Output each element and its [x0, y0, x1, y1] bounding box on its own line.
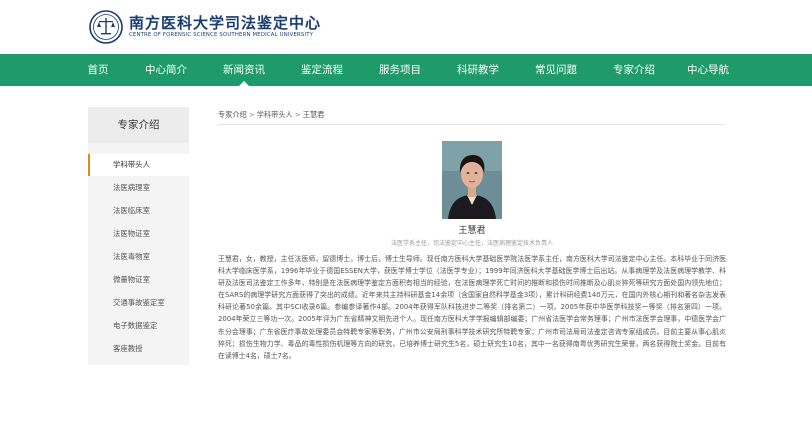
site-header: 南方医科大学司法鉴定中心 CENTRE OF FORENSIC SCIENCE …: [0, 0, 812, 54]
nav-item-faq[interactable]: 常见问题: [530, 54, 582, 86]
sidebar-title: 专家介绍: [88, 107, 189, 143]
nav-item-guide[interactable]: 中心导航: [682, 54, 734, 86]
expert-titles: 法医学系主任，司法鉴定中心主任，法医病理鉴定技术负责人: [390, 240, 553, 247]
sidebar-item-traffic[interactable]: 交通事故鉴定室: [88, 292, 189, 314]
nav-item-home[interactable]: 首页: [80, 54, 116, 86]
sidebar-item-discipline-leaders[interactable]: 学科带头人: [88, 154, 189, 176]
nav-item-research[interactable]: 科研教学: [452, 54, 504, 86]
content-divider: [218, 124, 724, 125]
nav-item-experts[interactable]: 专家介绍: [608, 54, 660, 86]
breadcrumb-separator: >: [248, 110, 255, 119]
nav-item-process[interactable]: 鉴定流程: [296, 54, 348, 86]
sidebar-item-electronic-data[interactable]: 电子数据鉴定: [88, 315, 189, 337]
expert-name: 王慧君: [458, 226, 486, 236]
breadcrumb-experts[interactable]: 专家介绍: [218, 110, 247, 119]
sidebar-item-toxicology[interactable]: 法医毒物室: [88, 246, 189, 268]
breadcrumb-current: 王慧君: [302, 110, 325, 119]
sidebar-item-trace-evidence[interactable]: 微量物证室: [88, 269, 189, 291]
main-nav: 首页 中心简介 新闻资讯 鉴定流程 服务项目 科研教学 常见问题 专家介绍 中心…: [0, 54, 812, 86]
breadcrumb-leaders[interactable]: 学科带头人: [257, 110, 293, 119]
sidebar-item-pathology[interactable]: 法医病理室: [88, 177, 189, 199]
expert-bio: 王慧君，女，教授，主任法医师，留德博士，博士后，博士生导师。现任南方医科大学基础…: [218, 255, 726, 360]
sidebar-item-evidence[interactable]: 法医物证室: [88, 223, 189, 245]
sidebar: 专家介绍 学科带头人 法医病理室 法医临床室 法医物证室 法医毒物室 微量物证室…: [88, 107, 189, 365]
breadcrumb: 专家介绍 > 学科带头人 > 王慧君: [218, 110, 324, 120]
sidebar-item-guest-professors[interactable]: 客座教授: [88, 338, 189, 360]
sidebar-item-clinical[interactable]: 法医临床室: [88, 200, 189, 222]
university-seal-icon[interactable]: [89, 10, 123, 44]
expert-portrait: [442, 141, 502, 219]
breadcrumb-separator: >: [294, 110, 301, 119]
site-subtitle: CENTRE OF FORENSIC SCIENCE SOUTHERN MEDI…: [129, 32, 314, 38]
nav-item-services[interactable]: 服务项目: [374, 54, 426, 86]
site-title: 南方医科大学司法鉴定中心: [129, 14, 322, 32]
nav-item-about[interactable]: 中心简介: [140, 54, 192, 86]
nav-item-news[interactable]: 新闻资讯: [218, 54, 270, 86]
